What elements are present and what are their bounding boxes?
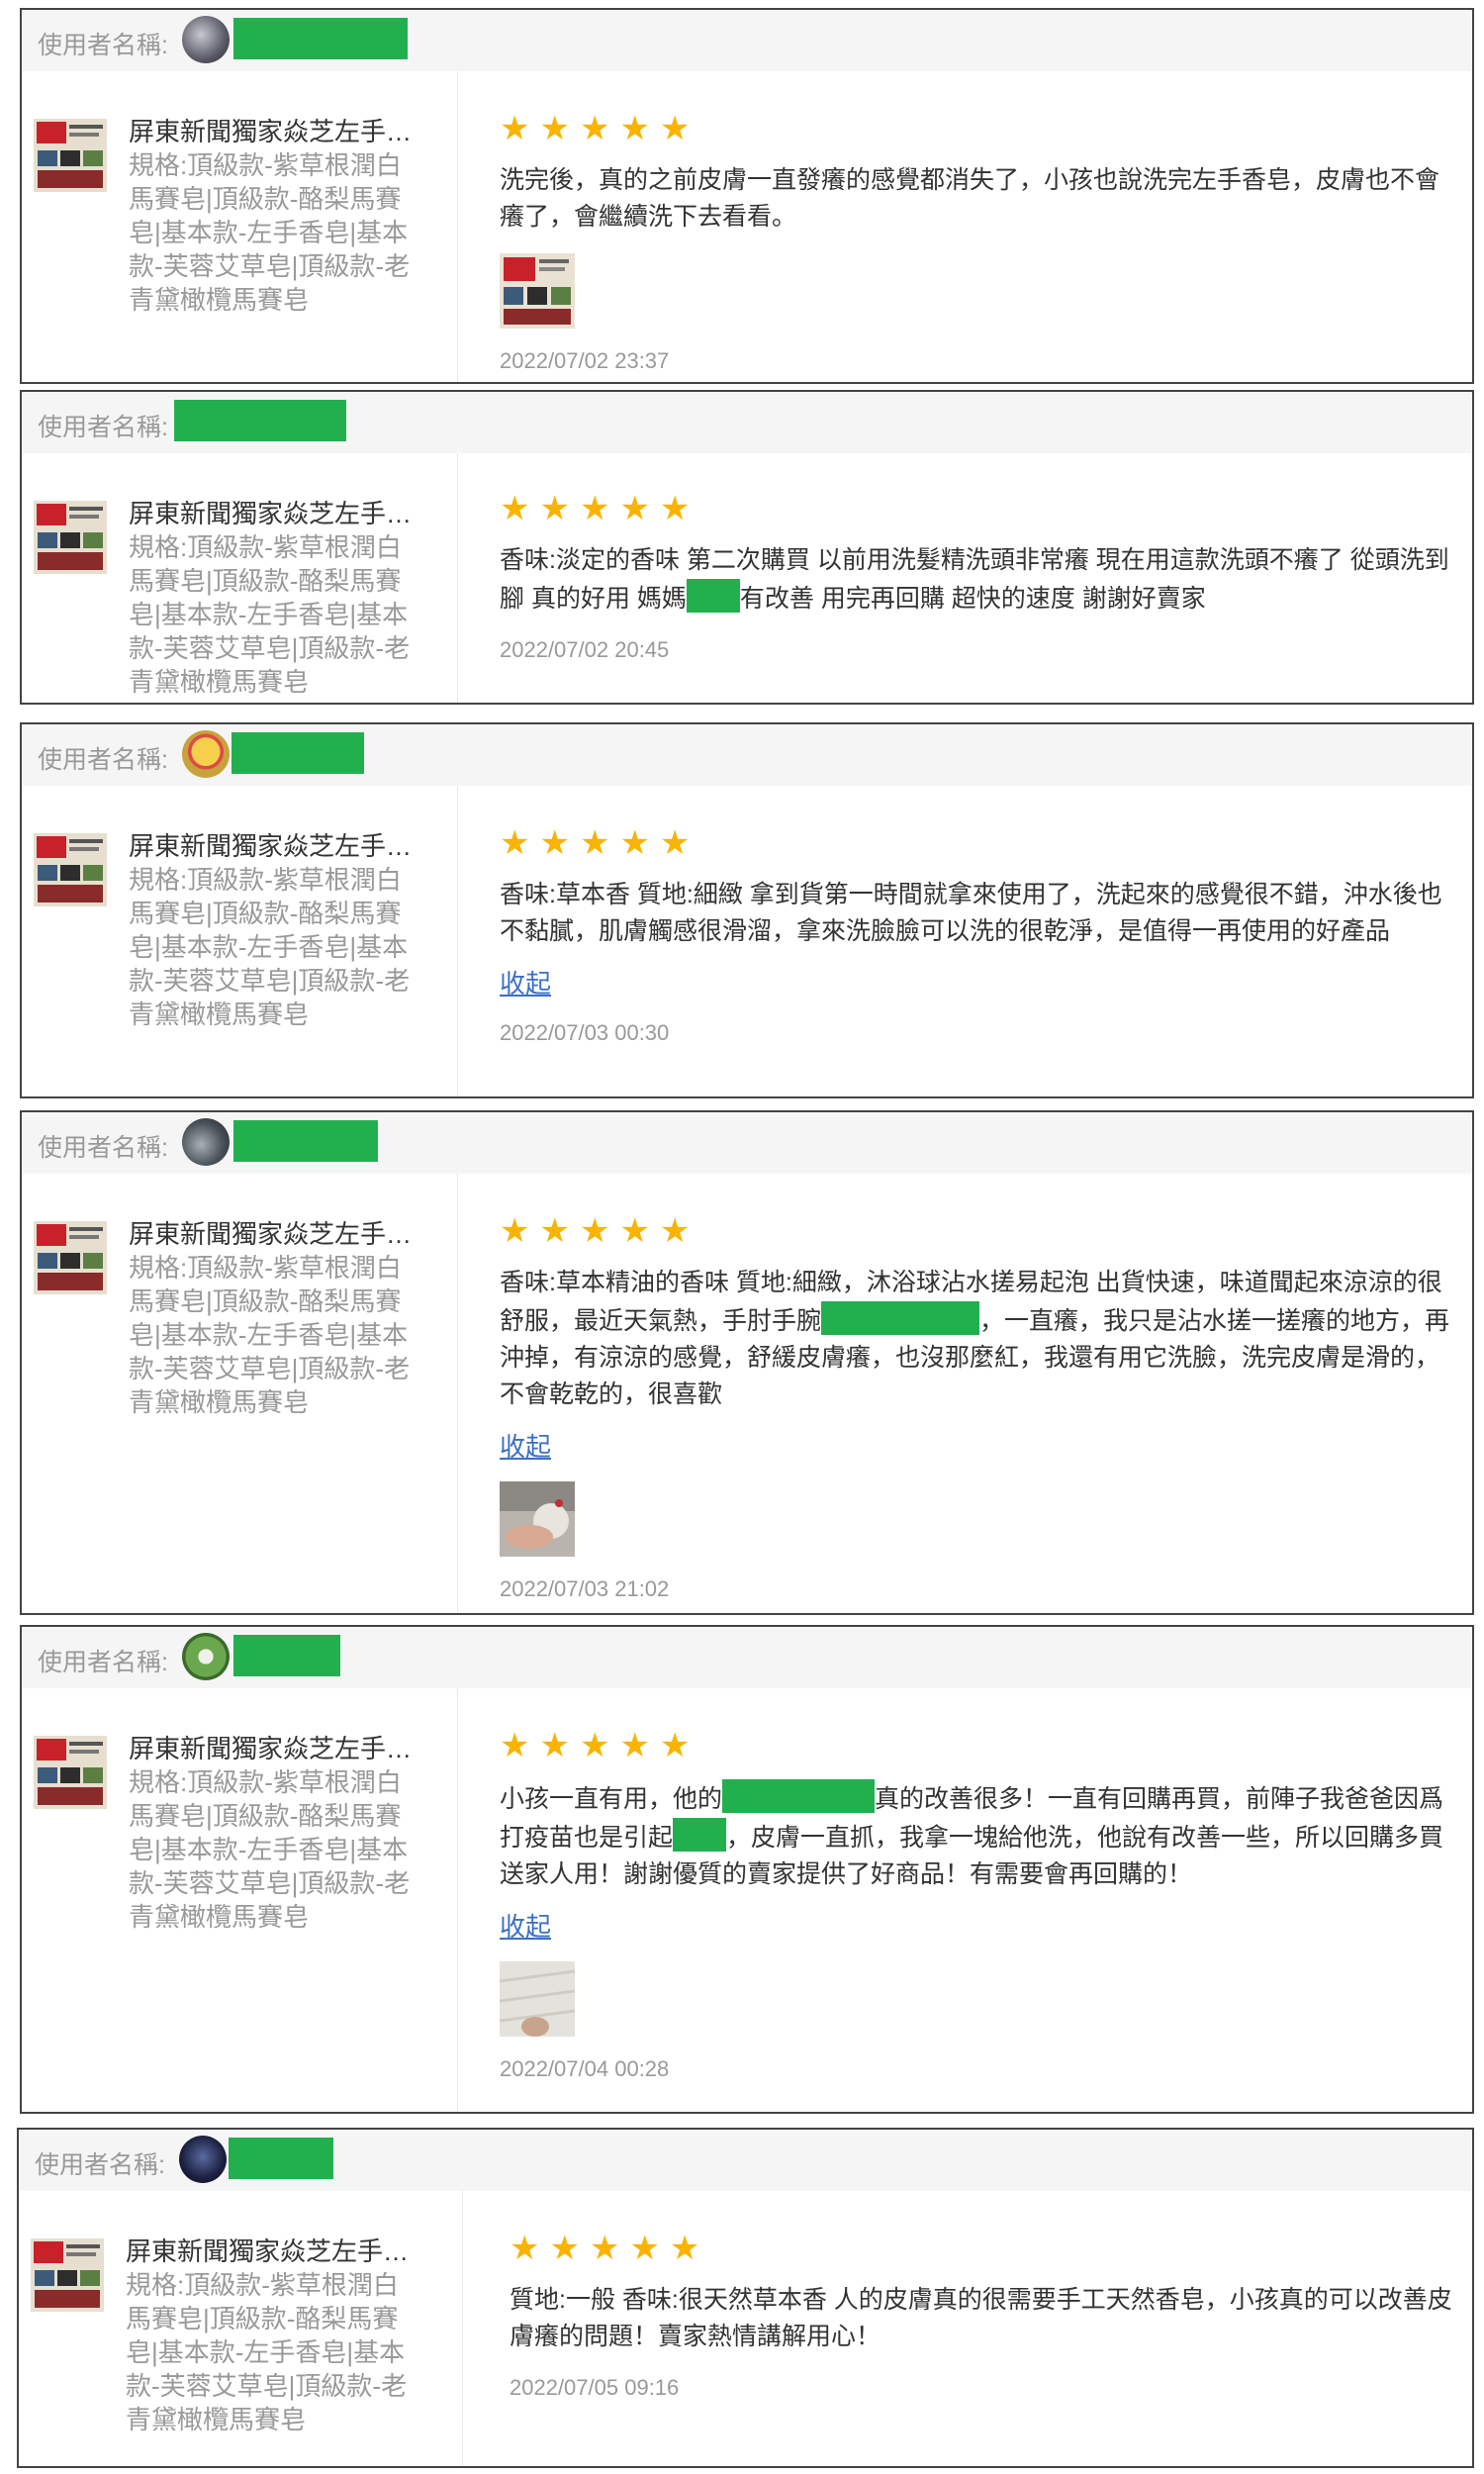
product-spec: 規格:頂級款-紫草根潤白馬賽皂|頂級款-酪梨馬賽皂|基本款-左手香皂|基本款-芙… <box>126 2270 408 2434</box>
review-content: ★★★★★ 香味:淡定的香味 第二次購買 以前用洗髮精洗頭非常癢 現在用這款洗頭… <box>500 491 1454 663</box>
review-content: ★★★★★ 香味:草本香 質地:細緻 拿到貨第一時間就拿來使用了，洗起來的感覺很… <box>500 825 1454 1046</box>
review-text: 香味:草本精油的香味 質地:細緻，沐浴球沾水搓易起泡 出貨快速，味道聞起來涼涼的… <box>500 1265 1454 1413</box>
product-spec: 規格:頂級款-紫草根潤白馬賽皂|頂級款-酪梨馬賽皂|基本款-左手香皂|基本款-芙… <box>129 865 411 1029</box>
review-text-part: 小孩一直有用，他的 <box>500 1785 723 1813</box>
review-photo[interactable] <box>500 253 575 329</box>
review-header: 使用者名稱: <box>22 10 1472 71</box>
redacted-text <box>673 1818 727 1852</box>
redacted-text <box>821 1301 980 1335</box>
product-spec: 規格:頂級款-紫草根潤白馬賽皂|頂級款-酪梨馬賽皂|基本款-左手香皂|基本款-芙… <box>129 1253 411 1417</box>
redacted-username <box>174 400 346 441</box>
review-card: 使用者名稱: 屏東新聞獨家焱芝左手香皂 規格:頂級款-紫草根潤白馬賽皂|頂級款-… <box>20 1110 1474 1615</box>
review-date: 2022/07/05 09:16 <box>510 2375 680 2400</box>
avatar[interactable] <box>182 730 230 778</box>
product-spec: 規格:頂級款-紫草根潤白馬賽皂|頂級款-酪梨馬賽皂|基本款-左手香皂|基本款-芙… <box>129 1767 411 1932</box>
star-rating: ★★★★★ <box>500 824 700 862</box>
product-info[interactable]: 屏東新聞獨家焱芝左手香皂 規格:頂級款-紫草根潤白馬賽皂|頂級款-酪梨馬賽皂|基… <box>22 1688 457 2112</box>
review-content: ★★★★★ 小孩一直有用，他的 真的改善很多！一直有回購再買，前陣子我爸爸因爲打疫… <box>500 1728 1454 2082</box>
star-rating: ★★★★★ <box>500 490 700 527</box>
column-divider <box>462 2191 463 2466</box>
review-content: ★★★★★ 質地:一般 香味:很天然草本香 人的皮膚真的很需要手工天然香皂，小孩… <box>510 2231 1454 2401</box>
product-thumbnail[interactable] <box>34 501 107 574</box>
product-thumbnail[interactable] <box>34 833 107 906</box>
review-header: 使用者名稱: <box>22 724 1472 786</box>
product-name: 屏東新聞獨家焱芝左手香皂 <box>129 499 425 528</box>
redacted-username <box>232 732 364 774</box>
star-rating: ★★★★★ <box>500 1727 700 1764</box>
product-thumbnail[interactable] <box>34 119 107 192</box>
review-photo[interactable] <box>500 1961 575 2037</box>
review-card: 使用者名稱: 屏東新聞獨家焱芝左手香皂 規格:頂級款-紫草根潤白馬賽皂|頂級款-… <box>20 8 1474 384</box>
review-card: 使用者名稱: 屏東新聞獨家焱芝左手香皂 規格:頂級款-紫草根潤白馬賽皂|頂級款-… <box>20 722 1474 1098</box>
review-text: 質地:一般 香味:很天然草本香 人的皮膚真的很需要手工天然香皂，小孩真的可以改善… <box>510 2286 1452 2350</box>
user-label: 使用者名稱: <box>35 2151 165 2179</box>
user-label: 使用者名稱: <box>38 32 168 59</box>
avatar[interactable] <box>179 2136 227 2183</box>
star-rating: ★★★★★ <box>500 1212 700 1250</box>
review-card: 使用者名稱: 屏東新聞獨家焱芝左手香皂 規格:頂級款-紫草根潤白馬賽皂|頂級款-… <box>20 390 1474 705</box>
review-text: 洗完後，真的之前皮膚一直發癢的感覺都消失了，小孩也說洗完左手香皂，皮膚也不會癢了… <box>500 166 1440 231</box>
product-name: 屏東新聞獨家焱芝左手香皂 <box>126 2236 422 2266</box>
review-date: 2022/07/03 00:30 <box>500 1020 670 1045</box>
column-divider <box>457 453 458 703</box>
avatar[interactable] <box>182 16 230 63</box>
star-rating: ★★★★★ <box>500 110 700 147</box>
collapse-link[interactable]: 收起 <box>500 1427 551 1464</box>
product-info[interactable]: 屏東新聞獨家焱芝左手香皂 規格:頂級款-紫草根潤白馬賽皂|頂級款-酪梨馬賽皂|基… <box>22 453 457 703</box>
product-thumbnail[interactable] <box>34 1736 107 1809</box>
redacted-username <box>233 1120 378 1162</box>
product-thumbnail[interactable] <box>31 2238 104 2312</box>
review-header: 使用者名稱: <box>22 1627 1472 1688</box>
product-name: 屏東新聞獨家焱芝左手香皂 <box>129 1734 425 1763</box>
product-info[interactable]: 屏東新聞獨家焱芝左手香皂 規格:頂級款-紫草根潤白馬賽皂|頂級款-酪梨馬賽皂|基… <box>19 2191 462 2466</box>
product-info[interactable]: 屏東新聞獨家焱芝左手香皂 規格:頂級款-紫草根潤白馬賽皂|頂級款-酪梨馬賽皂|基… <box>22 1174 457 1613</box>
review-content: ★★★★★ 香味:草本精油的香味 質地:細緻，沐浴球沾水搓易起泡 出貨快速，味道… <box>500 1213 1454 1602</box>
column-divider <box>457 1688 458 2112</box>
avatar[interactable] <box>182 1118 230 1166</box>
redacted-text <box>722 1779 876 1813</box>
user-label: 使用者名稱: <box>38 1134 168 1162</box>
redacted-text <box>686 579 740 613</box>
review-content: ★★★★★ 洗完後，真的之前皮膚一直發癢的感覺都消失了，小孩也說洗完左手香皂，皮… <box>500 111 1454 374</box>
product-info[interactable]: 屏東新聞獨家焱芝左手香皂 規格:頂級款-紫草根潤白馬賽皂|頂級款-酪梨馬賽皂|基… <box>22 71 457 382</box>
column-divider <box>457 786 458 1096</box>
review-header: 使用者名稱: <box>22 392 1472 453</box>
review-text: 小孩一直有用，他的 真的改善很多！一直有回購再買，前陣子我爸爸因爲打疫苗也是引起，… <box>500 1779 1454 1893</box>
redacted-username <box>233 1635 340 1676</box>
user-label: 使用者名稱: <box>38 414 168 441</box>
review-date: 2022/07/02 20:45 <box>500 637 670 662</box>
user-label: 使用者名稱: <box>38 746 168 774</box>
product-name: 屏東新聞獨家焱芝左手香皂 <box>129 1219 425 1249</box>
review-text: 香味:淡定的香味 第二次購買 以前用洗髮精洗頭非常癢 現在用這款洗頭不癢了 從頭… <box>500 542 1454 618</box>
star-rating: ★★★★★ <box>510 2230 710 2267</box>
review-card: 使用者名稱: 屏東新聞獨家焱芝左手香皂 規格:頂級款-紫草根潤白馬賽皂|頂級款-… <box>20 1625 1474 2114</box>
user-label: 使用者名稱: <box>38 1649 168 1676</box>
product-name: 屏東新聞獨家焱芝左手香皂 <box>129 831 425 861</box>
review-photo[interactable] <box>500 1481 575 1557</box>
product-info[interactable]: 屏東新聞獨家焱芝左手香皂 規格:頂級款-紫草根潤白馬賽皂|頂級款-酪梨馬賽皂|基… <box>22 786 457 1096</box>
collapse-link[interactable]: 收起 <box>500 1907 551 1944</box>
redacted-username <box>233 18 408 59</box>
review-date: 2022/07/04 00:28 <box>500 2056 670 2081</box>
product-spec: 規格:頂級款-紫草根潤白馬賽皂|頂級款-酪梨馬賽皂|基本款-左手香皂|基本款-芙… <box>129 150 411 315</box>
review-header: 使用者名稱: <box>19 2130 1472 2191</box>
redacted-username <box>229 2138 333 2179</box>
review-text: 香味:草本香 質地:細緻 拿到貨第一時間就拿來使用了，洗起來的感覺很不錯，沖水後… <box>500 881 1442 945</box>
product-thumbnail[interactable] <box>34 1221 107 1294</box>
column-divider <box>457 71 458 382</box>
collapse-link[interactable]: 收起 <box>500 964 551 1000</box>
avatar[interactable] <box>182 1633 230 1680</box>
review-date: 2022/07/02 23:37 <box>500 348 670 373</box>
review-header: 使用者名稱: <box>22 1112 1472 1174</box>
review-card: 使用者名稱: 屏東新聞獨家焱芝左手香皂 規格:頂級款-紫草根潤白馬賽皂|頂級款-… <box>17 2128 1474 2468</box>
review-text-part: 有改善 用完再回購 超快的速度 謝謝好賣家 <box>739 585 1206 613</box>
review-date: 2022/07/03 21:02 <box>500 1576 670 1601</box>
product-spec: 規格:頂級款-紫草根潤白馬賽皂|頂級款-酪梨馬賽皂|基本款-左手香皂|基本款-芙… <box>129 532 411 697</box>
product-name: 屏東新聞獨家焱芝左手香皂 <box>129 117 425 146</box>
column-divider <box>457 1174 458 1613</box>
